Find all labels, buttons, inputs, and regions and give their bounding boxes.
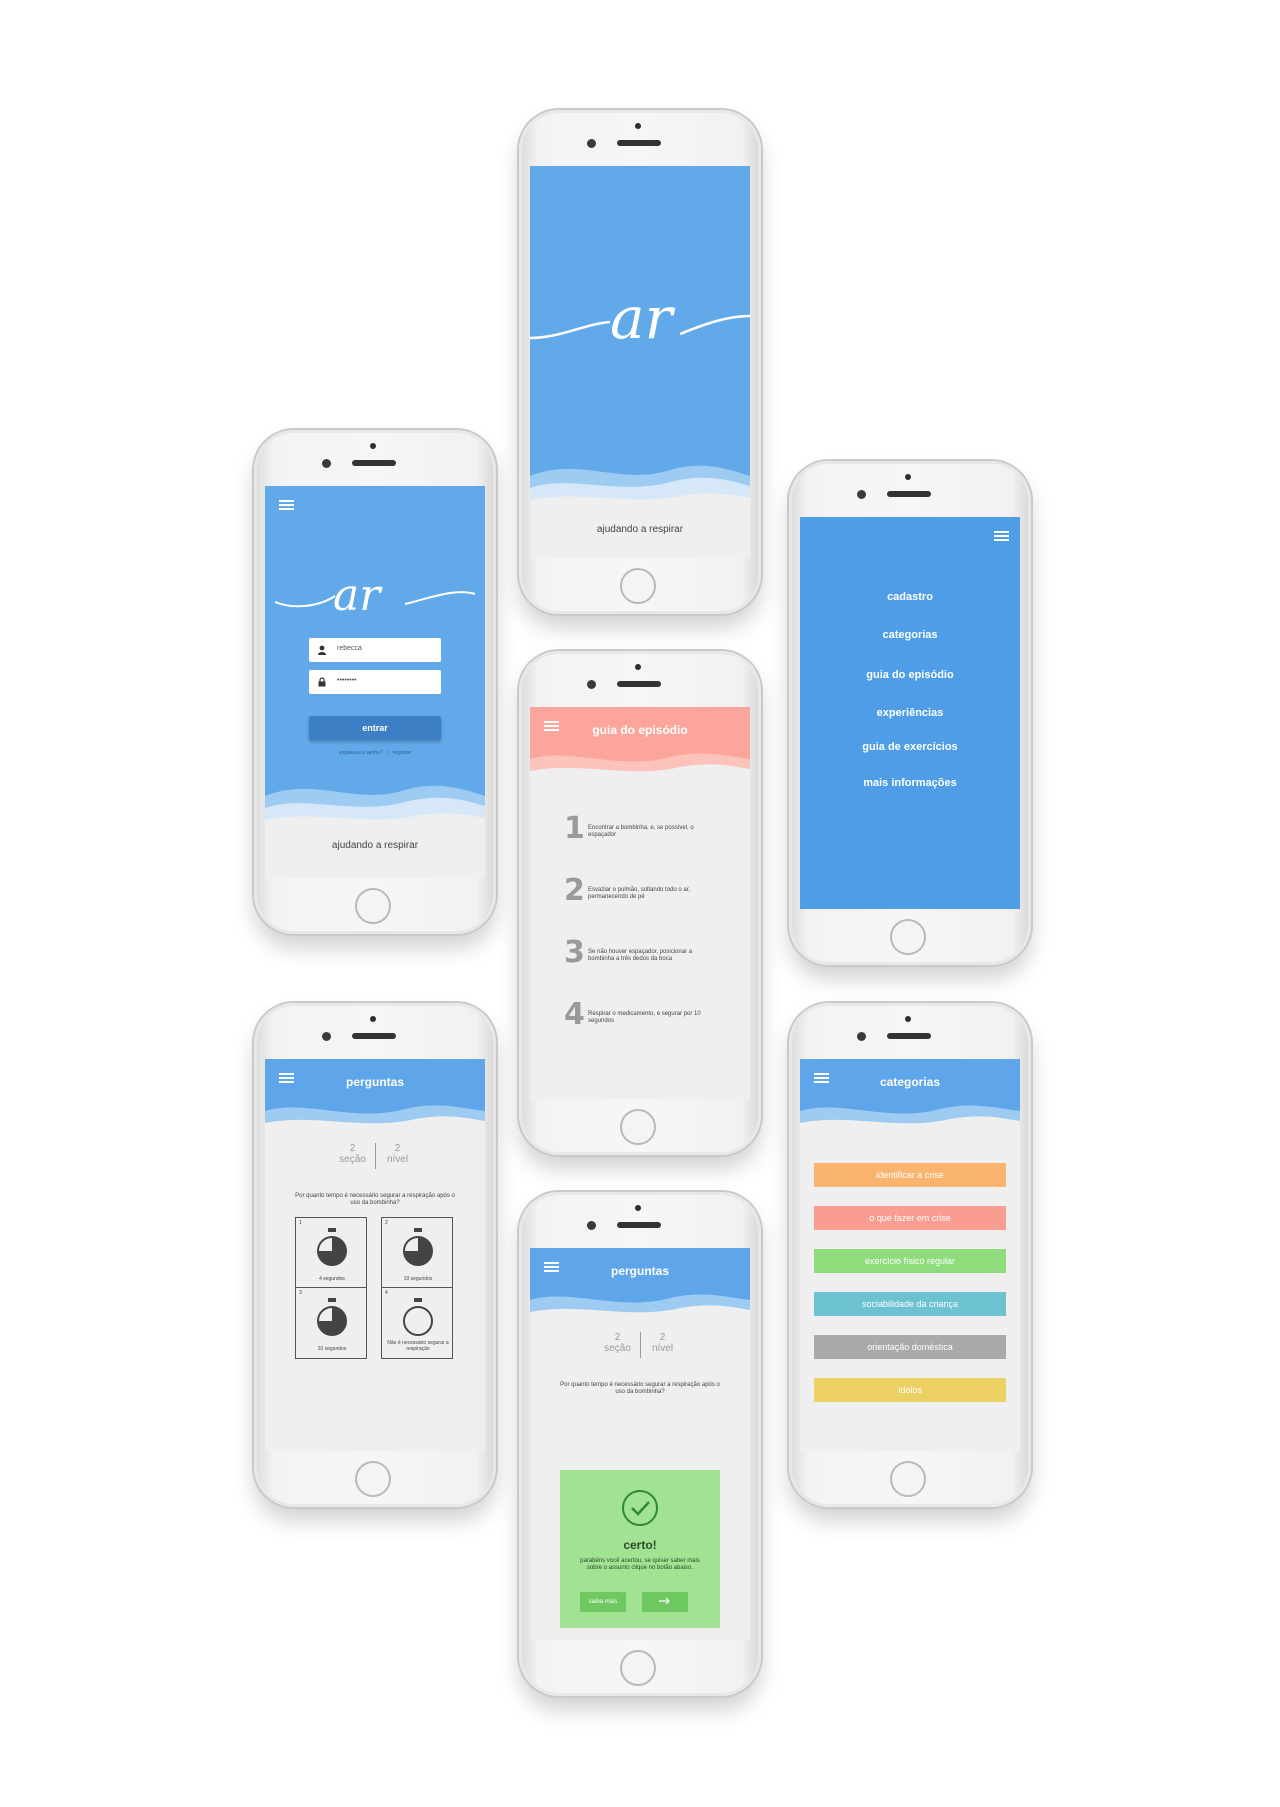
option-number: 4 — [385, 1290, 388, 1296]
menu-item-cadastro[interactable]: cadastro — [800, 591, 1020, 603]
logo-text: ar — [610, 286, 676, 352]
menu-item-experiencias[interactable]: experiências — [800, 707, 1020, 719]
step-text: Esvaziar o pulmão, soltando todo o ar, p… — [588, 887, 691, 900]
home-button[interactable] — [620, 568, 656, 604]
level-value: 2 — [394, 1143, 401, 1154]
level-value: 2 — [659, 1332, 666, 1343]
category-idolos[interactable]: ídolos — [814, 1378, 1006, 1402]
quiz-title: perguntas — [345, 1075, 404, 1089]
register-link[interactable]: registrar — [393, 750, 411, 756]
level-label: nível — [386, 1154, 409, 1165]
home-button[interactable] — [890, 919, 926, 955]
answer-option[interactable]: 1 4 segundos — [295, 1217, 367, 1289]
result-title: perguntas — [610, 1264, 669, 1278]
category-identificar-crise[interactable]: identificar a crise — [814, 1163, 1006, 1187]
login-tagline: ajudando a respirar — [331, 840, 419, 851]
step-number: 4 — [564, 997, 585, 1032]
arrow-right-icon — [659, 1597, 670, 1605]
option-label: 4 segundos — [319, 1276, 345, 1282]
quiz-screen: perguntas 2 seção2 nível Por quanto tempo … — [265, 1059, 485, 1451]
phone-guide: guia do episódio 1 Encontrar a bombinha,… — [519, 651, 761, 1155]
forgot-password-link[interactable]: esqueceu a senha? — [339, 750, 383, 756]
home-button[interactable] — [890, 1461, 926, 1497]
question-text: Por quanto tempo é necessário segurar a … — [295, 1193, 455, 1206]
menu-item-mais-informacoes[interactable]: mais informações — [800, 777, 1020, 789]
splash-tagline: ajudando a respirar — [596, 524, 684, 535]
option-number: 3 — [299, 1290, 302, 1296]
password-value: •••••••• — [337, 677, 357, 684]
section-value: 2 — [349, 1143, 356, 1154]
category-exercicio-fisico[interactable]: exercício físico regular — [814, 1249, 1006, 1273]
step-number: 1 — [564, 811, 585, 846]
option-label: Não é necessário segurar a respiração — [387, 1340, 449, 1352]
option-label: 20 segundos — [317, 1346, 347, 1352]
feedback-title: certo! — [623, 1538, 657, 1552]
section-level-indicator: 2 seção2 nível — [530, 1332, 750, 1358]
logo-ar-wave: ar — [530, 286, 750, 352]
answer-option[interactable]: 3 20 segundos — [295, 1287, 367, 1359]
login-screen: ar rebecca •••••••• entrar esqueceu a se… — [265, 486, 485, 878]
feedback-panel: certo! parabéns você acertou, se quiser … — [560, 1470, 720, 1628]
phone-quiz: perguntas 2 seção2 nível Por quanto tempo … — [254, 1003, 496, 1507]
section-value: 2 — [614, 1332, 621, 1343]
feedback-text: parabéns você acertou, se quiser saber m… — [580, 1558, 700, 1571]
stopwatch-icon — [403, 1298, 433, 1336]
home-button[interactable] — [620, 1109, 656, 1145]
category-orientacao-domestica[interactable]: orientação doméstica — [814, 1335, 1006, 1359]
section-level-indicator: 2 seção2 nível — [265, 1143, 485, 1169]
stopwatch-icon — [317, 1298, 347, 1336]
hamburger-menu-icon[interactable] — [279, 500, 294, 510]
step-text: Respirar o medicamento, e segurar por 10… — [588, 1011, 701, 1024]
option-number: 1 — [299, 1220, 302, 1226]
result-screen: perguntas 2 seção2 nível Por quanto tempo … — [530, 1248, 750, 1640]
guide-title: guia do episódio — [592, 723, 688, 737]
phone-categories: categorias identificar a crise o que faz… — [789, 1003, 1031, 1507]
section-label: seção — [604, 1343, 631, 1354]
phone-splash: ar ajudando a respirar — [519, 110, 761, 614]
step-text: Encontrar a bombinha, e, se possível, o … — [588, 825, 694, 838]
password-field[interactable]: •••••••• — [309, 670, 441, 694]
home-button[interactable] — [355, 888, 391, 924]
phone-login: ar rebecca •••••••• entrar esqueceu a se… — [254, 430, 496, 934]
menu-item-categorias[interactable]: categorias — [800, 629, 1020, 641]
step-number: 2 — [564, 873, 585, 908]
username-field[interactable]: rebecca — [309, 638, 441, 662]
menu-item-guia-exercicios[interactable]: guia de exercícios — [800, 741, 1020, 753]
option-label: 10 segundos — [403, 1276, 433, 1282]
phone-menu: cadastro categorias guia do episódio exp… — [789, 461, 1031, 965]
guide-screen: guia do episódio 1 Encontrar a bombinha,… — [530, 707, 750, 1099]
home-button[interactable] — [355, 1461, 391, 1497]
category-sociabilidade[interactable]: sociabilidade da criança — [814, 1292, 1006, 1316]
logo-text: ar — [333, 570, 383, 621]
login-links: esqueceu a senha? | registrar — [338, 750, 412, 756]
logo-ar-wave: ar — [274, 570, 476, 621]
username-value: rebecca — [337, 645, 362, 652]
learn-more-button[interactable]: saiba mais — [580, 1592, 626, 1612]
lock-icon — [318, 677, 326, 687]
option-number: 2 — [385, 1220, 388, 1226]
categories-screen: categorias identificar a crise o que faz… — [800, 1059, 1020, 1451]
step-text: Se não houver espaçador, posicionar a bo… — [588, 949, 693, 962]
answer-option[interactable]: 2 10 segundos — [381, 1217, 453, 1289]
category-o-que-fazer[interactable]: o que fazer em crise — [814, 1206, 1006, 1230]
hamburger-menu-icon[interactable] — [994, 531, 1009, 541]
menu-screen: cadastro categorias guia do episódio exp… — [800, 517, 1020, 909]
answer-option[interactable]: 4 Não é necessário segurar a respiração — [381, 1287, 453, 1359]
enter-button[interactable]: entrar — [309, 716, 441, 740]
menu-item-guia-episodio[interactable]: guia do episódio — [800, 669, 1020, 681]
home-button[interactable] — [620, 1650, 656, 1686]
categories-title: categorias — [879, 1075, 941, 1089]
user-icon — [318, 645, 326, 655]
step-number: 3 — [564, 935, 585, 970]
next-button[interactable] — [642, 1592, 688, 1612]
level-label: nível — [651, 1343, 674, 1354]
check-circle-icon — [622, 1490, 658, 1526]
stopwatch-icon — [403, 1228, 433, 1266]
phone-result: perguntas 2 seção2 nível Por quanto tempo … — [519, 1192, 761, 1696]
stopwatch-icon — [317, 1228, 347, 1266]
question-text: Por quanto tempo é necessário segurar a … — [560, 1382, 720, 1395]
section-label: seção — [339, 1154, 366, 1165]
splash-screen: ar ajudando a respirar — [530, 166, 750, 558]
